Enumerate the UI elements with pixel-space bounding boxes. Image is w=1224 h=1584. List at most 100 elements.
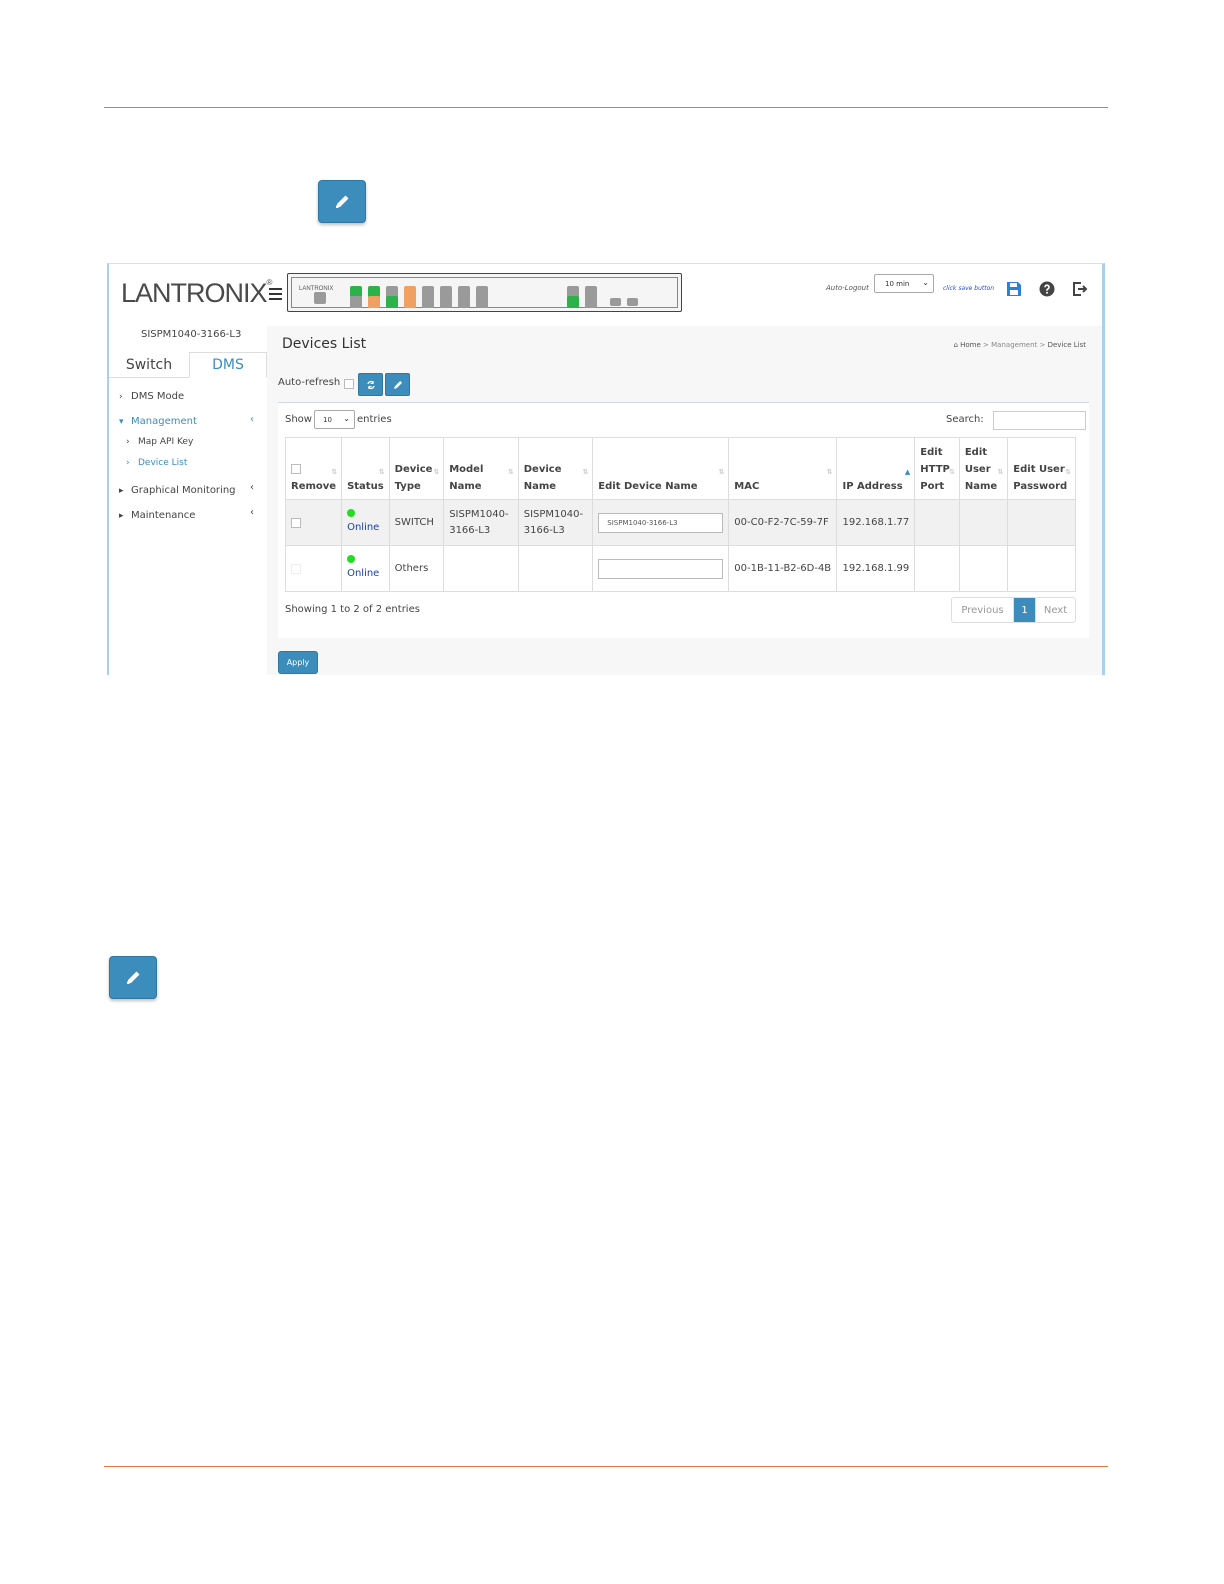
- col-edit-http-port[interactable]: Edit HTTP Port ⇅: [914, 437, 960, 500]
- auto-logout-label: Auto-Logout: [826, 284, 869, 292]
- chevron-right-icon: ›: [126, 458, 130, 468]
- status-cell: Online: [341, 545, 390, 592]
- mac-cell: 00-C0-F2-7C-59-7F: [728, 499, 838, 546]
- breadcrumb-section[interactable]: Management: [991, 341, 1037, 349]
- table-info: Showing 1 to 2 of 2 entries: [285, 604, 420, 615]
- sidebar-tabs: Switch DMS: [109, 352, 267, 378]
- save-icon[interactable]: [1006, 281, 1022, 297]
- sidebar-item-map-api-key[interactable]: › Map API Key: [126, 437, 193, 447]
- col-label: Device Type: [394, 464, 433, 492]
- pencil-icon: [393, 380, 402, 389]
- col-label: Device Name: [523, 464, 562, 492]
- port-10[interactable]: [422, 296, 434, 308]
- col-label: Edit User Password: [1013, 464, 1068, 492]
- sidebar-item-maintenance[interactable]: ▸ Maintenance: [119, 510, 195, 521]
- auto-logout-select[interactable]: 10 min ⌄: [874, 274, 934, 293]
- sidebar-item-dms-mode[interactable]: › DMS Mode: [119, 391, 184, 402]
- page-1-button[interactable]: 1: [1014, 598, 1036, 622]
- device-name-input[interactable]: [598, 558, 724, 579]
- caret-down-icon: ▾: [119, 417, 124, 427]
- http-port-cell: [914, 545, 960, 592]
- mac-cell: 00-1B-11-B2-6D-4B: [728, 545, 838, 592]
- edit-device-name-cell: SISPM1040-3166-L3: [592, 499, 730, 546]
- sidebar-item-device-list[interactable]: › Device List: [126, 458, 187, 468]
- sidebar-item-label: DMS Mode: [131, 391, 185, 402]
- status-text: Online: [347, 522, 380, 533]
- http-port-cell: [914, 499, 960, 546]
- port-16[interactable]: [476, 296, 488, 308]
- device-type-cell: SWITCH: [388, 499, 445, 546]
- col-edit-device-name[interactable]: Edit Device Name ⇅: [592, 437, 730, 500]
- sidebar-item-label: Maintenance: [131, 510, 196, 521]
- logo-trademark: ®: [266, 278, 273, 287]
- previous-button[interactable]: Previous: [952, 598, 1014, 622]
- port-6[interactable]: [386, 296, 398, 308]
- edit-button[interactable]: [385, 373, 410, 396]
- port-18[interactable]: [567, 296, 579, 308]
- sidebar-item-label: Management: [131, 416, 197, 427]
- port-mgmt[interactable]: [314, 292, 326, 304]
- col-label: Edit Device Name: [598, 481, 698, 492]
- apply-button[interactable]: Apply: [278, 651, 318, 674]
- user-password-cell: [1007, 545, 1076, 592]
- device-name-cell: [517, 545, 594, 592]
- remove-checkbox[interactable]: [291, 563, 301, 574]
- port-8[interactable]: [404, 296, 416, 308]
- sidebar-item-graphical-monitoring[interactable]: ▸ Graphical Monitoring: [119, 485, 236, 496]
- sidebar-item-label: Map API Key: [138, 437, 194, 447]
- col-edit-user-password[interactable]: Edit User Password ⇅: [1007, 437, 1076, 500]
- port-12[interactable]: [440, 296, 452, 308]
- select-all-checkbox[interactable]: [291, 464, 301, 474]
- sidebar-item-label: Device List: [138, 458, 188, 468]
- col-device-name[interactable]: Device Name ⇅: [517, 437, 594, 500]
- pencil-icon: [127, 971, 140, 984]
- main-content: Devices List ⌂ Home > Management > Devic…: [267, 326, 1102, 675]
- entries-select[interactable]: 10 ⌄: [314, 410, 355, 429]
- col-model-name[interactable]: Model Name ⇅: [443, 437, 519, 500]
- table-row: Online SWITCH SISPM1040-3166-L3 SISPM104…: [284, 499, 1076, 546]
- port-22[interactable]: [627, 298, 638, 306]
- refresh-button[interactable]: [358, 373, 383, 396]
- remove-checkbox[interactable]: [291, 517, 301, 528]
- breadcrumb: ⌂ Home > Management > Device List: [953, 341, 1086, 349]
- sidebar-item-management[interactable]: ▾ Management: [119, 416, 197, 427]
- port-21[interactable]: [610, 298, 621, 306]
- next-button[interactable]: Next: [1036, 598, 1075, 622]
- col-device-type[interactable]: Device Type ⇅: [388, 437, 445, 500]
- chevron-left-icon: ‹: [250, 482, 254, 493]
- remove-cell: [284, 499, 343, 546]
- port-4[interactable]: [368, 296, 380, 308]
- chevron-right-icon: ›: [119, 392, 123, 402]
- table-header-row: Remove ⇅ Status ⇅ Device Type ⇅ Model Name ⇅…: [284, 437, 1076, 500]
- sort-icon: ⇅: [826, 468, 833, 476]
- col-edit-user-name[interactable]: Edit User Name ⇅: [958, 437, 1009, 500]
- page-title: Devices List: [282, 336, 367, 352]
- edit-button-sample[interactable]: [318, 180, 366, 223]
- col-status[interactable]: Status ⇅: [341, 437, 390, 500]
- col-ip-address[interactable]: IP Address ▲: [836, 437, 916, 500]
- sort-icon: ⇅: [718, 468, 725, 476]
- port-2[interactable]: [350, 296, 362, 308]
- ip-cell: 192.168.1.99: [836, 545, 916, 592]
- user-password-cell: [1007, 499, 1076, 546]
- model-name-cell: SISPM1040-3166-L3: [443, 499, 519, 546]
- menu-toggle-icon[interactable]: [269, 288, 282, 300]
- refresh-icon: [366, 380, 375, 389]
- col-mac[interactable]: MAC ⇅: [728, 437, 838, 500]
- help-icon[interactable]: [1039, 281, 1055, 297]
- home-icon: ⌂: [953, 341, 958, 349]
- edit-button-sample-2[interactable]: [109, 956, 157, 999]
- logout-icon[interactable]: [1072, 281, 1088, 297]
- port-20[interactable]: [585, 296, 597, 308]
- auto-refresh-checkbox[interactable]: [344, 379, 354, 389]
- status-dot-icon: [347, 555, 356, 563]
- sort-icon: ⇅: [433, 468, 440, 476]
- tab-switch[interactable]: Switch: [109, 352, 189, 378]
- port-14[interactable]: [458, 296, 470, 308]
- breadcrumb-home[interactable]: Home: [960, 341, 981, 349]
- tab-dms[interactable]: DMS: [189, 352, 267, 378]
- col-remove[interactable]: Remove ⇅: [284, 437, 343, 500]
- device-name-input[interactable]: SISPM1040-3166-L3: [598, 512, 724, 533]
- search-input[interactable]: [993, 411, 1086, 430]
- chevron-down-icon: ⌄: [343, 414, 350, 423]
